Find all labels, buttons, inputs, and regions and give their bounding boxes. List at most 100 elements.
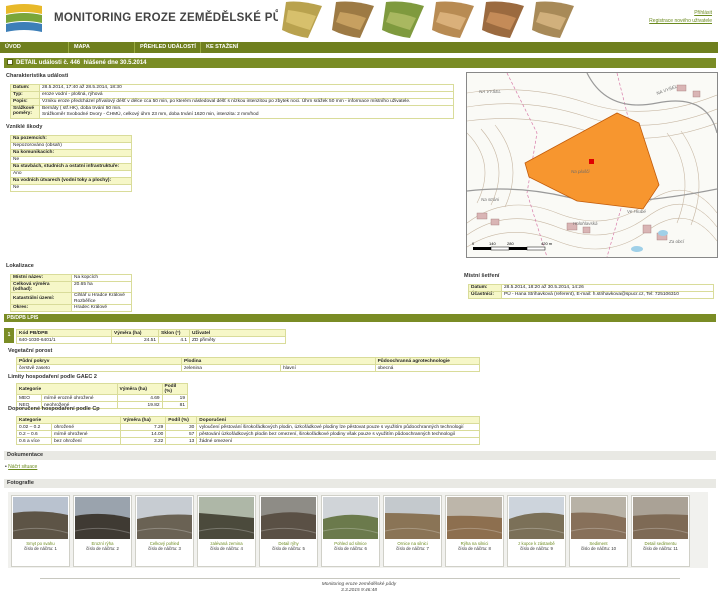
- photo-number: číslo de náčrtu: 4: [210, 546, 243, 551]
- table-row: 0.02 – 0.2 ohrožené 7.29 30 vyloučení pě…: [16, 423, 480, 431]
- photo-gallery: Smyt po svahu číslo de náčrtu: 1 Erozní rý…: [8, 492, 708, 568]
- table-row: Místní název: Na kopcích: [10, 274, 132, 282]
- photo-thumbnail[interactable]: [12, 497, 69, 539]
- table-row: Účastníci: PÚ - Hana Strihavková (referen…: [468, 291, 714, 299]
- photo-card[interactable]: Rýha na silnici číslo de náčrtu: 8: [445, 495, 504, 567]
- table-row: Okres: Hradec Králové: [10, 304, 132, 312]
- photo-card[interactable]: Smyt po svahu číslo de náčrtu: 1: [11, 495, 70, 567]
- table-row: MEO mírně erozně ohrožené 4.69 19: [16, 394, 189, 402]
- table-row: Typ: eroze vodní - plošná, rýhová: [10, 91, 454, 99]
- photo-thumbnail[interactable]: [632, 497, 689, 539]
- table-row: Datum: 28.5.2014, 17:40 až 28.5.2014, 18:…: [10, 84, 454, 92]
- map-label: NA VYŠEL: [479, 88, 501, 94]
- table-header-row: Půdní pokryv Plodina Půdoochranná agrote…: [16, 357, 481, 365]
- damage-value: Ano: [10, 171, 132, 178]
- user-links: Přihlásit Registrace nového uživatele: [649, 9, 712, 25]
- table-row: Popis: Vzniku eroze předcházel přívalový …: [10, 98, 454, 106]
- characteristics-table: Datum: 28.5.2014, 17:40 až 28.5.2014, 18:…: [10, 84, 454, 119]
- photo-thumbnail[interactable]: [136, 497, 193, 539]
- photo-thumbnail[interactable]: [260, 497, 317, 539]
- table-header-row: Kód PB/DPB Výměra (ha) Sklon (°) Uživate…: [16, 329, 286, 337]
- photo-thumbnail[interactable]: [446, 497, 503, 539]
- photo-thumbnail[interactable]: [508, 497, 565, 539]
- damage-label: Na stavbách, studních a ostatní infrastr…: [10, 164, 132, 171]
- svg-text:140: 140: [489, 241, 496, 246]
- event-map[interactable]: NA VYŠEL NA VYŠEL Holohlavská Na plušči …: [466, 72, 718, 258]
- survey-table: Datum: 28.5.2014, 18:20 až 30.5.2014, 14:…: [468, 284, 714, 299]
- detail-title: DETAIL události č. 446: [16, 60, 81, 66]
- map-label: Ve Hrubé: [627, 209, 646, 214]
- map-label: Za obcí: [668, 239, 685, 244]
- documentation-bar: Dokumentace: [4, 451, 716, 460]
- photo-thumbnail[interactable]: [570, 497, 627, 539]
- photo-card[interactable]: zalévaná zemina číslo de náčrtu: 4: [197, 495, 256, 567]
- damage-list: Na pozemcích: Nepozorováno (obsah) Na ko…: [10, 135, 132, 192]
- vegetation-table: Půdní pokryv Plodina Půdoochranná agrote…: [16, 357, 481, 372]
- photo-number: číslo de náčrtu: 7: [396, 546, 429, 551]
- photo-card[interactable]: Detail rýhy číslo de náčrtu: 5: [259, 495, 318, 567]
- lpis-bar: PB/DPB LPIS: [4, 314, 716, 322]
- detail-reported: hlášené dne 30.5.2014: [83, 60, 147, 66]
- nav-item-ke-stazeni[interactable]: KE STAŽENÍ: [200, 42, 268, 53]
- site-title: MONITORING EROZE ZEMĚDĚLSKÉ PŮDY: [54, 12, 298, 24]
- footer-timestamp: 3.3.2015 9:46:48: [340, 588, 377, 593]
- localization-heading: Lokalizace: [6, 263, 34, 269]
- nav-item-mapa[interactable]: MAPA: [68, 42, 136, 53]
- characteristics-heading: Charakteristika události: [6, 73, 69, 79]
- damage-heading: Vzniklé škody: [6, 124, 43, 130]
- photo-thumbnail[interactable]: [74, 497, 131, 539]
- detail-title-bar: DETAIL události č. 446 hlášené dne 30.5.…: [4, 58, 716, 68]
- documentation-list: • Náčrt situace: [5, 464, 37, 470]
- photo-number: číslo de náčrtu: 11: [643, 546, 678, 551]
- nav-item-prehled[interactable]: PŘEHLED UDÁLOSTÍ: [134, 42, 202, 53]
- photo-thumbnail[interactable]: [322, 497, 379, 539]
- header-banner-image: [278, 0, 582, 40]
- lpis-table: Kód PB/DPB Výměra (ha) Sklon (°) Uživate…: [16, 329, 286, 344]
- photo-number: číslo de náčrtu: 5: [272, 546, 305, 551]
- photo-card[interactable]: Detail sedimentu číslo de náčrtu: 11: [631, 495, 690, 567]
- cp-table: Kategorie Výměra (ha) Podíl (%) Doporuče…: [15, 416, 480, 445]
- photo-card[interactable]: Ornice na silnici číslo de náčrtu: 7: [383, 495, 442, 567]
- nav-item-uvod[interactable]: ÚVOD: [0, 42, 69, 53]
- table-header-row: Kategorie Výměra (ha) Podíl (%) Doporuče…: [15, 416, 480, 424]
- table-row: 640-1030-6401/1 24.51 4.1 ZD přiměty: [16, 336, 286, 344]
- event-marker-icon[interactable]: [589, 159, 594, 164]
- table-row: 0.2 – 0.6 mírně ohrožené 14.00 57 pěstov…: [16, 430, 480, 438]
- photos-bar: Fotografie: [4, 479, 716, 488]
- login-link[interactable]: Přihlásit: [649, 9, 712, 17]
- map-canvas[interactable]: NA VYŠEL NA VYŠEL Holohlavská Na plušči …: [467, 73, 717, 257]
- footer: Monitoring eroze zemědělské půdy 3.3.201…: [0, 582, 718, 594]
- photo-number: číslo de náčrtu: 2: [86, 546, 119, 551]
- site-logo[interactable]: [4, 2, 44, 36]
- photo-card[interactable]: Celkový pohled číslo de náčrtu: 3: [135, 495, 194, 567]
- svg-text:420 m: 420 m: [541, 241, 553, 246]
- map-label: Holohlavská: [573, 221, 598, 226]
- lpis-index: 1: [4, 328, 14, 343]
- register-link[interactable]: Registrace nového uživatele: [649, 17, 712, 25]
- damage-label: Na vodních útvarech (vodní toky a plochy…: [10, 178, 132, 185]
- table-row: 0.6 a více bez ohrožení 3.22 13 žádné om…: [16, 437, 480, 445]
- photo-number: číslo de náčrtu: 3: [148, 546, 181, 551]
- photo-card[interactable]: Pohled od silnice číslo de náčrtu: 6: [321, 495, 380, 567]
- photo-card[interactable]: Sediment číslo de náčrtu: 10: [569, 495, 628, 567]
- damage-label: Na komunikacích:: [10, 150, 132, 157]
- table-row: Srážkové poměry: Bernáty ( stř.HK), doba …: [10, 105, 454, 119]
- damage-value: Ne: [10, 157, 132, 164]
- main-nav: ÚVOD MAPA PŘEHLED UDÁLOSTÍ KE STAŽENÍ: [0, 42, 718, 53]
- map-label: Na stráni: [481, 197, 500, 202]
- photo-thumbnail[interactable]: [384, 497, 441, 539]
- home-icon[interactable]: [7, 59, 13, 65]
- damage-value: Nepozorováno (obsah): [10, 143, 132, 150]
- photo-card[interactable]: Erozní rýha číslo de náčrtu: 2: [73, 495, 132, 567]
- survey-heading: Místní šetření: [464, 273, 500, 279]
- table-row: čerstvě zaseto zelenina hlavní obecná: [16, 364, 481, 372]
- photo-card[interactable]: z kopce k zástavbě číslo de náčrtu: 9: [507, 495, 566, 567]
- localization-table: Místní název: Na kopcích Celková výměra (…: [10, 274, 132, 312]
- damage-label: Na pozemcích:: [10, 135, 132, 143]
- photo-thumbnail[interactable]: [198, 497, 255, 539]
- photo-number: číslo de náčrtu: 9: [520, 546, 553, 551]
- table-header-row: Kategorie Výměra (ha) Podíl (%): [16, 383, 189, 395]
- sketch-link[interactable]: Náčrt situace: [8, 464, 37, 470]
- photo-number: číslo de náčrtu: 8: [458, 546, 491, 551]
- vegetation-heading: Vegetační porost: [8, 348, 53, 354]
